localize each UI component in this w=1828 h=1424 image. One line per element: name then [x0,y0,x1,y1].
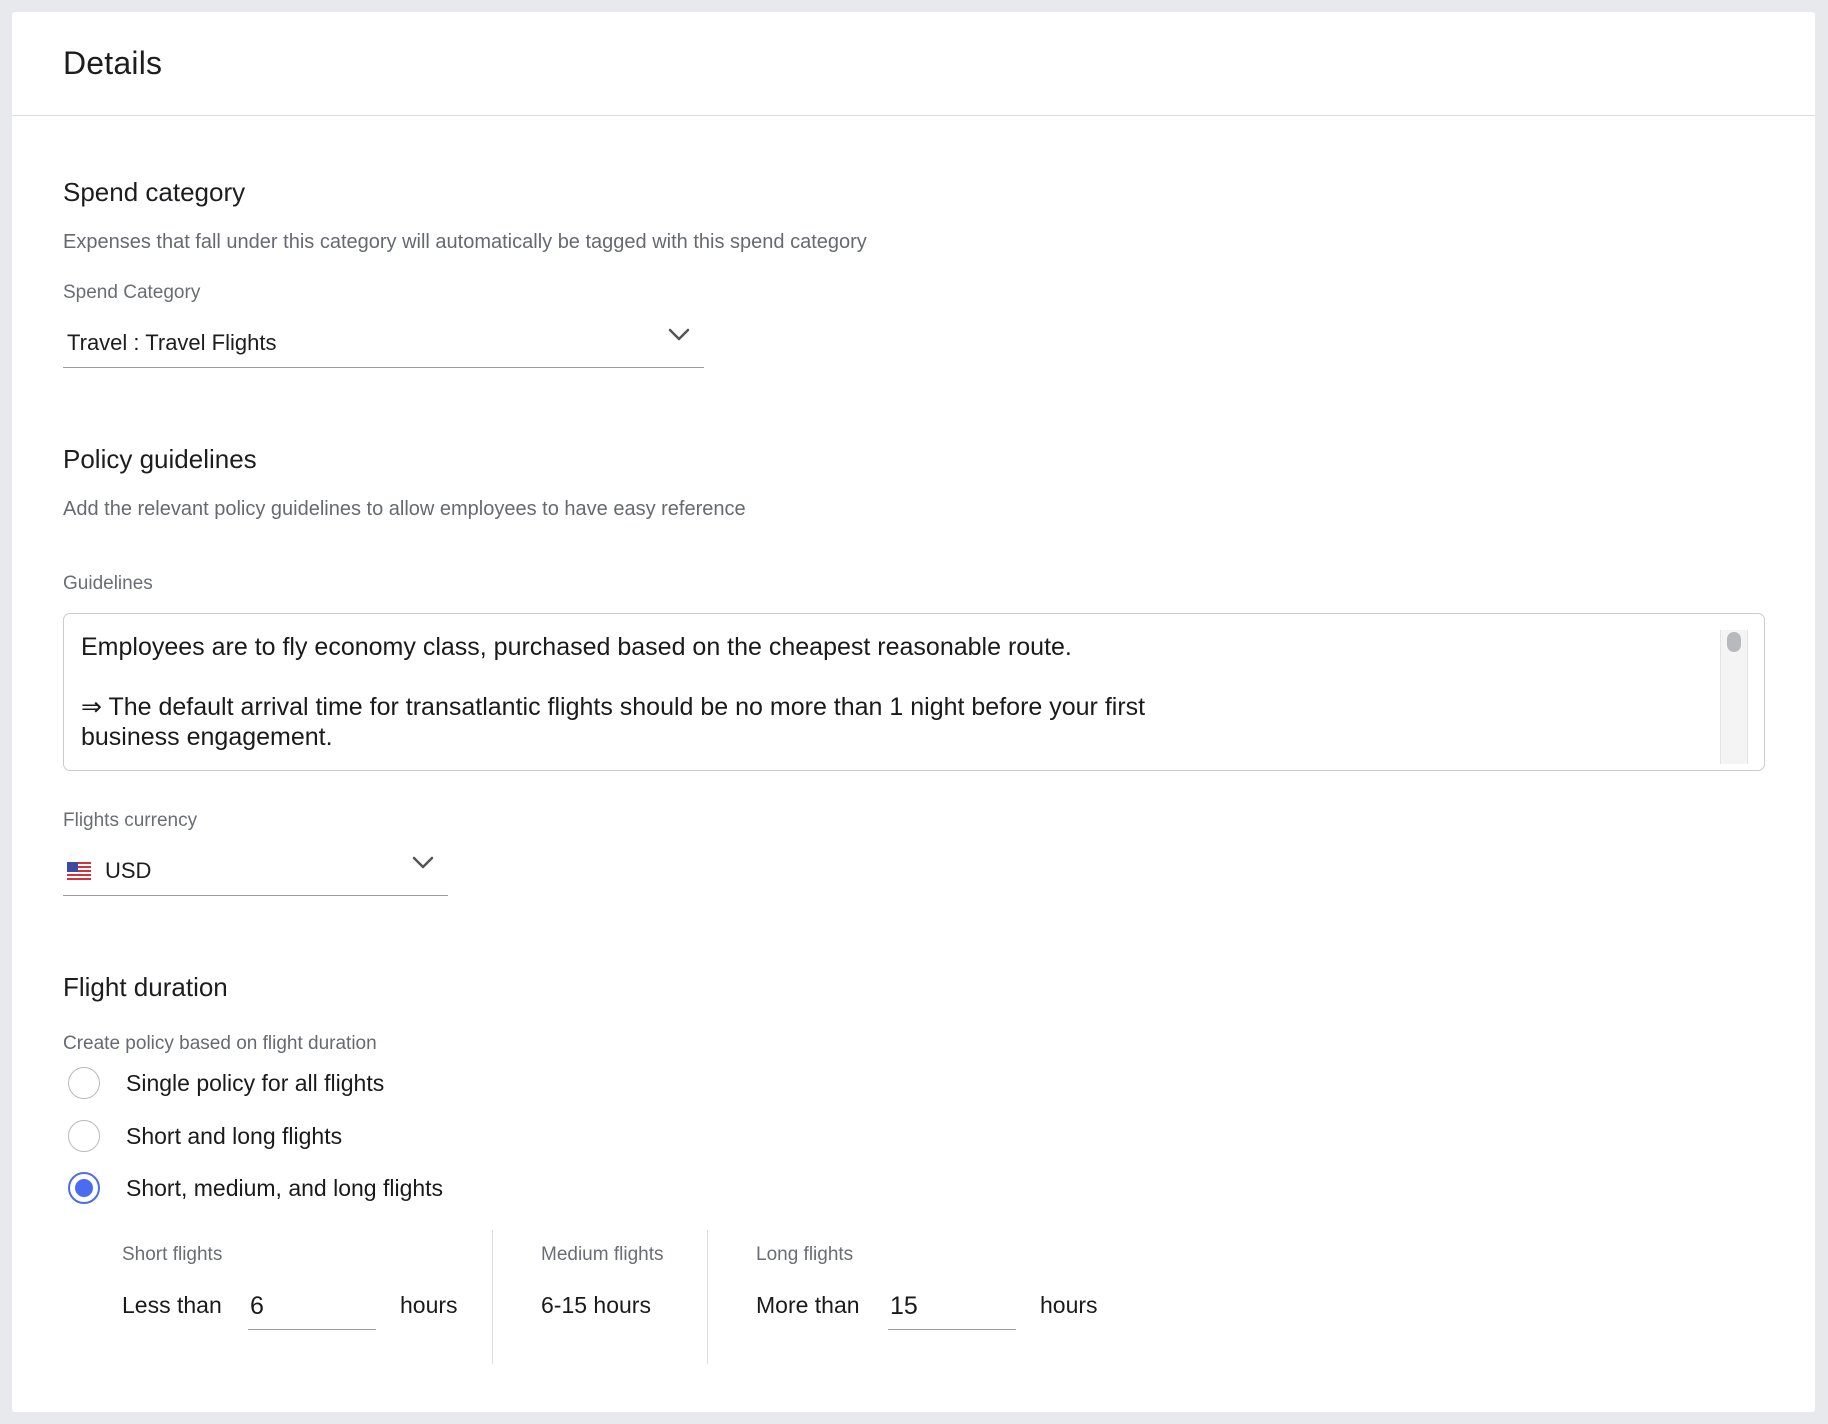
radio-option-single-policy[interactable]: Single policy for all flights [68,1067,384,1099]
divider [492,1230,493,1364]
flights-currency-select[interactable]: USD [63,846,448,896]
flight-duration-description: Create policy based on flight duration [63,1033,377,1054]
guidelines-label: Guidelines [63,573,153,594]
page-title: Details [63,45,163,81]
short-flights-hours-input[interactable]: 6 [248,1284,376,1330]
policy-guidelines-title: Policy guidelines [63,444,257,474]
currency-value: USD [105,857,152,883]
guidelines-scrollbar[interactable] [1720,630,1748,764]
short-flights-prefix: Less than [122,1292,222,1318]
flight-duration-title: Flight duration [63,972,228,1002]
radio-button[interactable] [68,1120,100,1152]
policy-guidelines-description: Add the relevant policy guidelines to al… [63,498,746,520]
spend-category-label: Spend Category [63,282,201,303]
short-flights-suffix: hours [400,1292,458,1318]
spend-category-value: Travel : Travel Flights [67,329,277,355]
guidelines-textarea[interactable]: Employees are to fly economy class, purc… [63,613,1765,771]
radio-label: Short and long flights [126,1122,343,1149]
radio-option-short-long[interactable]: Short and long flights [68,1120,342,1152]
us-flag-icon [67,861,91,880]
long-flights-label: Long flights [756,1244,854,1265]
long-flights-hours-input[interactable]: 15 [888,1284,1016,1330]
spend-category-title: Spend category [63,177,246,207]
long-flights-prefix: More than [756,1292,860,1318]
spend-category-select[interactable]: Travel : Travel Flights [63,318,704,368]
radio-option-short-medium-long[interactable]: Short, medium, and long flights [68,1172,443,1204]
scrollbar-thumb[interactable] [1727,632,1741,652]
medium-flights-label: Medium flights [541,1244,664,1265]
medium-flights-value: 6-15 hours [541,1292,651,1318]
radio-button-selected[interactable] [68,1172,100,1204]
radio-label: Single policy for all flights [126,1069,385,1096]
chevron-down-icon [668,328,690,341]
radio-label: Short, medium, and long flights [126,1174,444,1201]
details-card: Details Spend category Expenses that fal… [12,12,1815,1412]
guidelines-text: Employees are to fly economy class, purc… [81,633,1146,751]
chevron-down-icon [412,856,434,869]
flights-currency-label: Flights currency [63,810,198,831]
divider [707,1230,708,1364]
spend-category-description: Expenses that fall under this category w… [63,231,867,253]
radio-button[interactable] [68,1067,100,1099]
short-flights-label: Short flights [122,1244,223,1265]
long-flights-suffix: hours [1040,1292,1098,1318]
card-header: Details [12,12,1815,116]
